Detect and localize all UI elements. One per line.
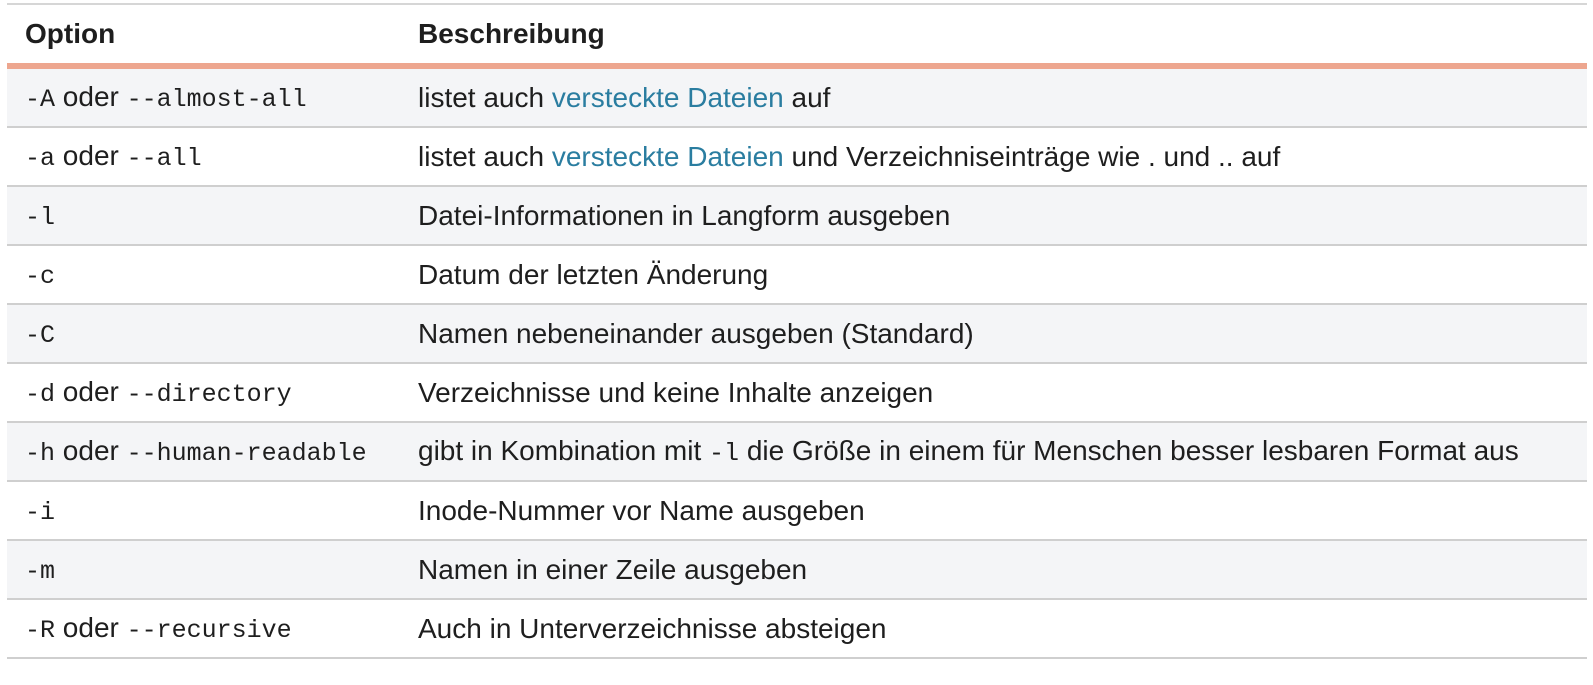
option-cell: -i [7, 481, 400, 541]
option-flag-code: -A [25, 85, 56, 114]
column-header-option: Option [7, 4, 400, 69]
cell-text: Namen nebeneinander ausgeben (Standard) [418, 317, 974, 349]
option-cell: -h oder --human-readable [7, 422, 400, 482]
option-flag-code: --all [126, 144, 202, 173]
table-row: -d oder --directory Verzeichnisse und kei… [7, 363, 1587, 423]
option-flag-code: -a [25, 144, 56, 173]
table-body: -A oder --almost-all listet auch versteck… [7, 66, 1587, 659]
cell-text: die Größe in einem für Menschen besser l… [739, 435, 1519, 466]
description-cell: listet auch versteckte Dateien und Verze… [400, 127, 1587, 187]
description-cell: Datei-Informationen in Langform ausgeben [400, 186, 1587, 246]
cell-text: oder [55, 81, 127, 112]
option-flag-code: -i [25, 498, 56, 527]
cell-text: Verzeichnisse und keine Inhalte anzeigen [418, 376, 934, 408]
cell-text: listet auch [418, 81, 552, 113]
options-table-container: Option Beschreibung -A oder --almost-all… [7, 3, 1587, 659]
option-cell: -R oder --recursive [7, 599, 400, 659]
table-row: -i Inode-Nummer vor Name ausgeben [7, 481, 1587, 541]
option-flag-code: --recursive [126, 616, 292, 645]
description-cell: Namen in einer Zeile ausgeben [400, 540, 1587, 600]
column-header-description: Beschreibung [400, 4, 1587, 69]
description-cell: gibt in Kombination mit -l die Größe in … [400, 422, 1587, 482]
cell-text: oder [55, 435, 127, 466]
option-flag-code: -h [25, 439, 56, 468]
option-cell: -l [7, 186, 400, 246]
cell-text: oder [55, 140, 127, 171]
option-cell: -a oder --all [7, 127, 400, 187]
table-row: -h oder --human-readable gibt in Kombinat… [7, 422, 1587, 482]
description-cell: Datum der letzten Änderung [400, 245, 1587, 305]
option-flag-code: -l [709, 439, 740, 468]
option-flag-code: -l [25, 203, 56, 232]
table-row: -A oder --almost-all listet auch versteck… [7, 66, 1587, 128]
description-cell: Verzeichnisse und keine Inhalte anzeigen [400, 363, 1587, 423]
cell-text: Namen in einer Zeile ausgeben [418, 553, 808, 585]
cell-text: oder [55, 376, 127, 407]
table-row: -a oder --all listet auch versteckte Date… [7, 127, 1587, 187]
description-cell: Inode-Nummer vor Name ausgeben [400, 481, 1587, 541]
cell-text: Auch in Unterverzeichnisse absteigen [418, 612, 887, 644]
table-header-row: Option Beschreibung [7, 4, 1587, 69]
option-flag-code: -R [25, 616, 56, 645]
table-row: -R oder --recursive Auch in Unterverzeich… [7, 599, 1587, 659]
option-flag-code: -c [25, 262, 56, 291]
table-row: -l Datei-Informationen in Langform ausgeb… [7, 186, 1587, 246]
option-flag-code: -m [25, 557, 56, 586]
cell-text: Inode-Nummer vor Name ausgeben [418, 494, 865, 526]
cell-text: Datum der letzten Änderung [418, 258, 769, 290]
description-cell: Namen nebeneinander ausgeben (Standard) [400, 304, 1587, 364]
table-row: -c Datum der letzten Änderung [7, 245, 1587, 305]
table-row: -C Namen nebeneinander ausgeben (Standard… [7, 304, 1587, 364]
options-table: Option Beschreibung -A oder --almost-all… [7, 3, 1587, 659]
option-cell: -m [7, 540, 400, 600]
cell-text: listet auch [418, 140, 552, 172]
option-flag-code: --almost-all [126, 85, 307, 114]
option-flag-code: -C [25, 321, 56, 350]
hidden-files-link[interactable]: versteckte Dateien [552, 82, 784, 113]
cell-text: oder [55, 612, 127, 643]
option-cell: -A oder --almost-all [7, 66, 400, 128]
description-cell: Auch in Unterverzeichnisse absteigen [400, 599, 1587, 659]
option-flag-code: -d [25, 380, 56, 409]
description-cell: listet auch versteckte Dateien auf [400, 66, 1587, 128]
cell-text: gibt in Kombination mit [418, 435, 710, 466]
cell-text: Datei-Informationen in Langform ausgeben [418, 199, 951, 231]
cell-text: und Verzeichniseinträge wie . und .. auf [783, 140, 1281, 172]
table-row: -m Namen in einer Zeile ausgeben [7, 540, 1587, 600]
option-flag-code: --human-readable [126, 439, 367, 468]
option-cell: -C [7, 304, 400, 364]
option-cell: -c [7, 245, 400, 305]
option-cell: -d oder --directory [7, 363, 400, 423]
cell-text: auf [783, 81, 831, 113]
option-flag-code: --directory [126, 380, 292, 409]
hidden-files-link[interactable]: versteckte Dateien [552, 141, 784, 172]
